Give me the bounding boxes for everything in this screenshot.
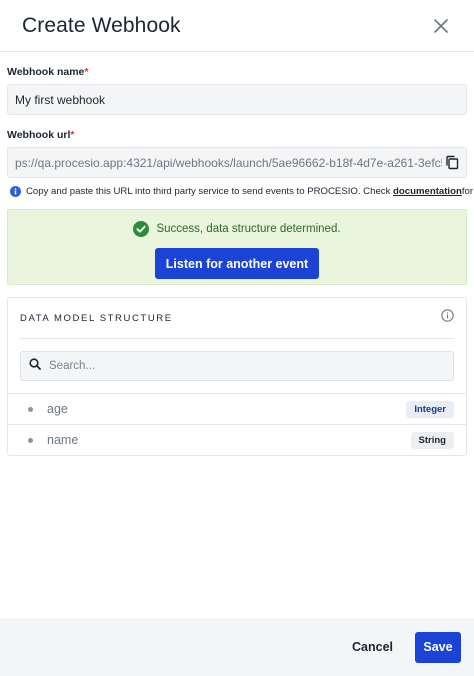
dialog-footer: Cancel Save	[0, 618, 474, 676]
bullet-icon	[28, 406, 33, 412]
info-circle-icon[interactable]	[441, 309, 454, 327]
dialog-title: Create Webhook	[22, 13, 181, 37]
webhook-url-input[interactable]: ps://qa.procesio.app:4321/api/webhooks/l…	[7, 147, 467, 178]
check-circle-icon	[133, 221, 150, 237]
copy-icon[interactable]	[445, 155, 459, 170]
webhook-name-label-text: Webhook name	[7, 66, 85, 78]
documentation-link[interactable]: documentation	[393, 186, 462, 197]
webhook-url-label-text: Webhook url	[7, 129, 71, 141]
field-name: name	[47, 433, 79, 447]
field-name: age	[47, 402, 68, 416]
webhook-name-value: My first webhook	[15, 92, 106, 107]
data-model-panel: DATA MODEL STRUCTURE age Integer name	[7, 297, 467, 456]
divider	[20, 338, 454, 339]
data-model-header: DATA MODEL STRUCTURE	[8, 298, 466, 338]
search-input[interactable]	[49, 360, 445, 372]
cancel-button[interactable]: Cancel	[352, 640, 393, 654]
search-box[interactable]	[20, 351, 454, 381]
search-icon	[29, 357, 41, 375]
webhook-url-value: ps://qa.procesio.app:4321/api/webhooks/l…	[15, 155, 442, 170]
webhook-name-label: Webhook name*	[7, 66, 467, 78]
list-item[interactable]: age Integer	[8, 393, 466, 424]
listen-for-another-event-button[interactable]: Listen for another event	[154, 248, 320, 279]
success-message-text: Success, data structure determined.	[156, 223, 341, 235]
type-badge: Integer	[406, 400, 454, 418]
info-icon	[10, 186, 21, 197]
webhook-url-label: Webhook url*	[7, 129, 467, 141]
field-left: age	[28, 402, 68, 416]
type-badge: String	[410, 431, 454, 449]
required-mark: *	[70, 129, 75, 141]
bullet-icon	[28, 437, 33, 443]
dialog-header: Create Webhook	[0, 0, 474, 52]
url-help-text: Copy and paste this URL into third party…	[7, 186, 474, 197]
data-model-title: DATA MODEL STRUCTURE	[20, 312, 173, 324]
close-icon[interactable]	[430, 15, 452, 37]
required-mark: *	[84, 66, 89, 78]
field-left: name	[28, 433, 78, 447]
dialog-body: Webhook name* My first webhook Webhook u…	[0, 66, 474, 456]
save-button[interactable]: Save	[415, 631, 461, 663]
help-text-after: for help.	[461, 186, 474, 197]
list-item[interactable]: name String	[8, 424, 466, 455]
webhook-name-input[interactable]: My first webhook	[7, 84, 467, 115]
help-text-before: Copy and paste this URL into third party…	[26, 186, 391, 197]
success-panel: Success, data structure determined. List…	[7, 209, 467, 285]
success-message: Success, data structure determined.	[133, 221, 341, 237]
